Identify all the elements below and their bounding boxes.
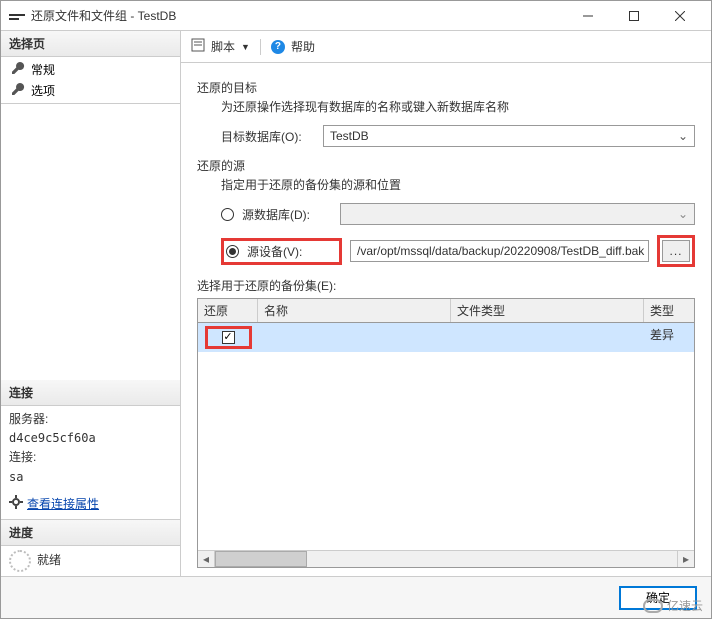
cloud-icon (643, 599, 663, 613)
toolbar: 脚本 ▼ ? 帮助 (181, 31, 711, 63)
source-device-radio[interactable] (226, 245, 239, 258)
wrench-icon (11, 61, 25, 78)
server-value: d4ce9c5cf60a (9, 429, 172, 448)
window-buttons (565, 1, 703, 31)
chevron-down-icon: ⌄ (678, 129, 688, 143)
select-backupsets-label: 选择用于还原的备份集(E): (197, 277, 695, 294)
source-db-combo: ⌄ (340, 203, 695, 225)
gear-icon (9, 495, 23, 515)
connection-value: sa (9, 468, 172, 487)
source-title: 还原的源 (197, 157, 695, 174)
target-db-combo[interactable]: TestDB ⌄ (323, 125, 695, 147)
content-area: 还原的目标 为还原操作选择现有数据库的名称或键入新数据库名称 目标数据库(O):… (181, 63, 711, 576)
watermark-text: 亿速云 (667, 597, 703, 614)
scroll-thumb[interactable] (215, 551, 307, 567)
help-icon: ? (271, 40, 285, 54)
source-db-radio-row: 源数据库(D): ⌄ (221, 203, 695, 225)
col-type[interactable]: 类型 (644, 299, 694, 322)
source-device-path-field[interactable]: /var/opt/mssql/data/backup/20220908/Test… (350, 240, 649, 262)
titlebar: 还原文件和文件组 - TestDB (1, 1, 711, 31)
chevron-down-icon: ⌄ (678, 207, 688, 221)
table-body: 差异 (198, 323, 694, 550)
col-filetype[interactable]: 文件类型 (451, 299, 644, 322)
sidebar-item-options[interactable]: 选项 (1, 80, 180, 101)
col-restore[interactable]: 还原 (198, 299, 258, 322)
separator (260, 39, 261, 55)
chevron-down-icon[interactable]: ▼ (241, 42, 250, 52)
maximize-button[interactable] (611, 1, 657, 31)
target-db-label: 目标数据库(O): (221, 128, 315, 145)
sidebar: 选择页 常规 选项 (1, 31, 181, 576)
target-subtitle: 为还原操作选择现有数据库的名称或键入新数据库名称 (221, 98, 695, 115)
scroll-right-icon[interactable]: ▸ (677, 551, 694, 567)
cell-name (258, 323, 451, 352)
app-icon (9, 11, 25, 21)
scroll-track[interactable] (215, 551, 677, 567)
target-title: 还原的目标 (197, 79, 695, 96)
connection-header: 连接 (1, 380, 180, 406)
watermark: 亿速云 (643, 597, 703, 614)
progress-header: 进度 (1, 520, 180, 546)
progress-status: 就绪 (37, 551, 61, 570)
highlight-restore-checkbox (205, 326, 252, 349)
table-row[interactable]: 差异 (198, 323, 694, 352)
source-subtitle: 指定用于还原的备份集的源和位置 (221, 176, 695, 193)
col-name[interactable]: 名称 (258, 299, 451, 322)
help-button[interactable]: 帮助 (291, 38, 315, 55)
cell-type: 差异 (644, 323, 694, 352)
dialog-window: 还原文件和文件组 - TestDB 选择页 (0, 0, 712, 619)
connection-label: 连接: (9, 448, 172, 467)
select-page-header: 选择页 (1, 31, 180, 57)
dialog-body: 选择页 常规 选项 (1, 31, 711, 576)
sidebar-item-label: 选项 (31, 82, 55, 99)
backupsets-table: 还原 名称 文件类型 类型 (197, 298, 695, 568)
horizontal-scrollbar[interactable]: ◂ ▸ (198, 550, 694, 567)
sidebar-item-general[interactable]: 常规 (1, 59, 180, 80)
highlight-browse: ... (657, 235, 695, 267)
restore-checkbox[interactable] (222, 331, 235, 344)
minimize-button[interactable] (565, 1, 611, 31)
window-title: 还原文件和文件组 - TestDB (31, 7, 565, 24)
scroll-left-icon[interactable]: ◂ (198, 551, 215, 567)
spinner-icon (9, 550, 31, 572)
main-panel: 脚本 ▼ ? 帮助 还原的目标 为还原操作选择现有数据库的名称或键入新数据库名称… (181, 31, 711, 576)
close-button[interactable] (657, 1, 703, 31)
source-device-path: /var/opt/mssql/data/backup/20220908/Test… (357, 244, 644, 258)
source-device-radio-label: 源设备(V): (247, 243, 337, 260)
script-button[interactable]: 脚本 (211, 38, 235, 55)
cell-filetype (451, 323, 644, 352)
dialog-footer: 确定 亿速云 (1, 576, 711, 618)
server-label: 服务器: (9, 410, 172, 429)
source-db-radio[interactable] (221, 208, 234, 221)
table-header: 还原 名称 文件类型 类型 (198, 299, 694, 323)
browse-button[interactable]: ... (662, 240, 690, 262)
wrench-icon (11, 82, 25, 99)
highlight-source-device: 源设备(V): (221, 238, 342, 265)
connection-info: 服务器: d4ce9c5cf60a 连接: sa 查看连接属性 (1, 406, 180, 519)
script-icon (191, 38, 205, 55)
source-db-radio-label: 源数据库(D): (242, 206, 332, 223)
sidebar-item-label: 常规 (31, 61, 55, 78)
target-db-value: TestDB (330, 129, 369, 143)
view-connection-props-link[interactable]: 查看连接属性 (27, 495, 99, 514)
